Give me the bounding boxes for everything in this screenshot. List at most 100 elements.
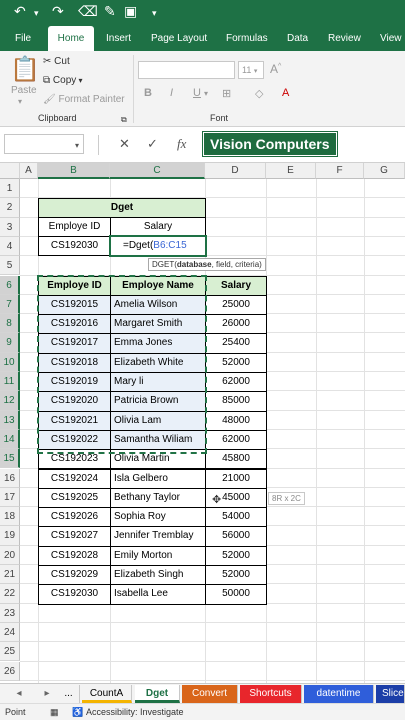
accessibility-status[interactable]: Accessibility: Investigate <box>86 707 184 717</box>
row-header[interactable]: 3 <box>0 217 20 237</box>
table-cell[interactable]: 50000 <box>205 584 267 605</box>
col-header-c[interactable]: C <box>110 163 205 179</box>
col-header-f[interactable]: F <box>316 163 364 179</box>
table-cell[interactable]: 56000 <box>205 526 267 547</box>
col-header-e[interactable]: E <box>266 163 316 179</box>
row-header[interactable]: 6 <box>0 275 20 295</box>
table-cell[interactable]: 62000 <box>205 372 267 393</box>
sheet-tab-counta[interactable]: CountA <box>82 685 132 703</box>
table-cell[interactable]: CS192024 <box>38 468 111 489</box>
save-icon[interactable]: ▣ <box>124 3 137 20</box>
sheet-tab-dget[interactable]: Dget <box>135 685 180 703</box>
row-header[interactable]: 4 <box>0 236 20 257</box>
table-cell[interactable]: Emily Morton <box>110 545 206 566</box>
table-cell[interactable]: CS192025 <box>38 487 111 509</box>
eraser-icon[interactable]: ⌫ <box>78 3 98 20</box>
row-header[interactable]: 19 <box>0 526 20 546</box>
table-cell[interactable]: 52000 <box>205 565 267 586</box>
row-header[interactable]: 20 <box>0 545 20 565</box>
table-cell[interactable]: 52000 <box>205 545 267 566</box>
brush-icon[interactable]: ✎ <box>104 3 116 20</box>
font-name-box[interactable] <box>138 61 235 79</box>
font-size-box[interactable]: 11 ▾ <box>238 61 264 79</box>
row-header[interactable]: 23 <box>0 603 20 623</box>
row-header[interactable]: 15 <box>0 449 20 469</box>
sheet-tab-convert[interactable]: Convert <box>182 685 238 703</box>
customize-dropdown-icon[interactable]: ▾ <box>152 8 157 19</box>
table-cell[interactable]: Jennifer Tremblay <box>110 526 206 547</box>
row-header[interactable]: 22 <box>0 584 20 604</box>
criteria-id-value[interactable]: CS192030 <box>38 236 111 256</box>
row-header[interactable]: 26 <box>0 661 20 681</box>
row-header[interactable]: 21 <box>0 565 20 585</box>
clipboard-launcher-icon[interactable]: ⧉ <box>121 115 127 125</box>
col-header-d[interactable]: D <box>205 163 266 179</box>
tab-review[interactable]: Review <box>328 26 361 51</box>
row-header[interactable]: 7 <box>0 294 20 315</box>
row-header[interactable]: 17 <box>0 487 20 508</box>
next-sheet-icon[interactable]: ▸ <box>36 685 58 703</box>
undo-dropdown-icon[interactable]: ▾ <box>34 8 39 19</box>
table-cell[interactable]: CS192029 <box>38 565 111 586</box>
table-cell[interactable]: Isabella Lee <box>110 584 206 605</box>
table-cell[interactable]: 21000 <box>205 468 267 489</box>
row-header[interactable]: 12 <box>0 391 20 411</box>
row-header[interactable]: 1 <box>0 179 20 199</box>
table-cell[interactable]: Sophia Roy <box>110 507 206 528</box>
increase-font-icon[interactable]: A^ <box>270 62 281 76</box>
table-cell[interactable]: 52000 <box>205 352 267 373</box>
row-header[interactable]: 2 <box>0 198 20 218</box>
insert-function-icon[interactable]: fx <box>177 136 186 152</box>
table-cell[interactable]: 62000 <box>205 429 267 451</box>
paste-dropdown-icon[interactable]: ▾ <box>18 97 22 106</box>
name-box-dropdown-icon[interactable]: ▾ <box>75 141 79 150</box>
tab-home[interactable]: Home <box>48 26 94 51</box>
table-header-cell[interactable]: Salary <box>205 275 267 296</box>
paste-button[interactable]: Paste <box>11 85 37 96</box>
fill-color-icon[interactable]: ◇ <box>255 87 263 100</box>
table-cell[interactable]: Bethany Taylor <box>110 487 206 509</box>
table-cell[interactable]: CS192030 <box>38 584 111 605</box>
criteria-header-id[interactable]: Employe ID <box>38 217 111 237</box>
table-cell[interactable]: 25000 <box>205 294 267 316</box>
prev-sheet-icon[interactable]: ◂ <box>8 685 30 703</box>
row-header[interactable]: 14 <box>0 429 20 450</box>
row-header[interactable]: 24 <box>0 622 20 643</box>
col-header-g[interactable]: G <box>364 163 405 179</box>
table-cell[interactable]: 45800 <box>205 449 267 470</box>
tab-page-layout[interactable]: Page Layout <box>151 26 207 51</box>
tab-insert[interactable]: Insert <box>106 26 131 51</box>
row-header[interactable]: 5 <box>0 256 20 276</box>
underline-button[interactable]: U <box>193 87 201 99</box>
table-cell[interactable]: Elizabeth Singh <box>110 565 206 586</box>
cut-button[interactable]: ✂ Cut <box>43 56 70 67</box>
table-cell[interactable]: 48000 <box>205 410 267 431</box>
worksheet-grid[interactable]: A B C D E F G 1 2 3 4 5 6 7 8 9 10 11 12 13 14 15 16 17 1… <box>0 163 405 683</box>
table-cell[interactable]: 54000 <box>205 507 267 528</box>
table-cell[interactable]: CS192026 <box>38 507 111 528</box>
sheet-tab-more[interactable]: ... <box>58 685 80 703</box>
name-box[interactable] <box>4 134 84 154</box>
table-cell[interactable]: CS192028 <box>38 545 111 566</box>
row-header[interactable]: 8 <box>0 314 20 334</box>
row-header[interactable]: 25 <box>0 642 20 662</box>
copy-button[interactable]: ⧉ Copy ▾ <box>43 75 83 86</box>
italic-button[interactable]: I <box>170 87 173 99</box>
col-header-a[interactable]: A <box>20 163 38 179</box>
copy-dropdown-icon[interactable]: ▾ <box>76 76 83 85</box>
sheet-tab-shortcuts[interactable]: Shortcuts <box>240 685 302 703</box>
col-header-b[interactable]: B <box>38 163 110 179</box>
redo-icon[interactable]: ↷ <box>52 3 64 20</box>
undo-icon[interactable]: ↶ <box>14 3 26 20</box>
criteria-header-salary[interactable]: Salary <box>110 217 206 237</box>
row-header[interactable]: 10 <box>0 352 20 372</box>
enter-icon[interactable]: ✓ <box>147 136 158 152</box>
tab-data[interactable]: Data <box>287 26 308 51</box>
macro-icon[interactable]: ▦ <box>50 707 59 718</box>
row-header[interactable]: 11 <box>0 372 20 392</box>
row-header[interactable]: 9 <box>0 333 20 353</box>
accessibility-icon[interactable]: ♿ <box>72 707 83 718</box>
table-cell[interactable]: Isla Gelbero <box>110 468 206 489</box>
format-painter-button[interactable]: 🖌 Format Painter <box>43 94 125 105</box>
table-cell[interactable]: 25400 <box>205 333 267 354</box>
